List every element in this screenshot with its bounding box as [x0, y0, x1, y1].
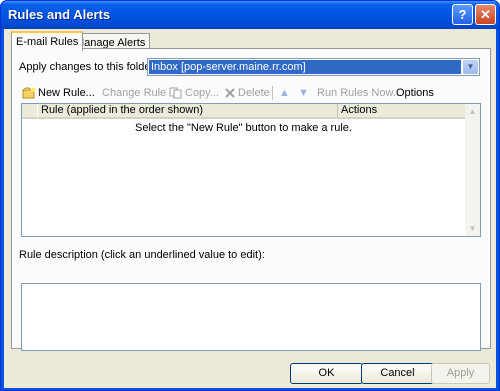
- rules-and-alerts-dialog: Rules and Alerts ? ✕ E-mail Rules Manage…: [0, 0, 500, 391]
- toolbar-separator: [272, 86, 273, 100]
- checkbox-column-header: [22, 104, 37, 119]
- options-button[interactable]: Options: [396, 84, 434, 102]
- arrow-down-icon: ▼: [298, 87, 309, 99]
- copy-icon: [169, 87, 182, 99]
- chevron-down-icon[interactable]: ▼: [463, 60, 478, 74]
- rules-scrollbar[interactable]: ▲ ▼: [465, 104, 480, 236]
- rule-column-header[interactable]: Rule (applied in the order shown): [37, 104, 337, 119]
- copy-button[interactable]: Copy...: [169, 84, 219, 102]
- folder-value: Inbox [pop-server.maine.rr.com]: [149, 60, 461, 74]
- new-rule-button[interactable]: New Rule...: [22, 84, 95, 102]
- move-down-button[interactable]: ▼: [298, 84, 309, 102]
- help-button[interactable]: ?: [452, 4, 473, 25]
- folder-dropdown[interactable]: Inbox [pop-server.maine.rr.com] ▼: [147, 58, 480, 76]
- empty-rules-message: Select the "New Rule" button to make a r…: [135, 122, 352, 134]
- actions-column-header[interactable]: Actions: [337, 104, 465, 119]
- copy-label: Copy...: [185, 87, 220, 99]
- new-rule-icon: [22, 87, 36, 99]
- dialog-body: E-mail Rules Manage Alerts Apply changes…: [4, 29, 496, 388]
- cancel-button[interactable]: Cancel: [361, 363, 434, 384]
- apply-button[interactable]: Apply: [431, 363, 490, 384]
- rules-list[interactable]: Rule (applied in the order shown) Action…: [21, 103, 481, 237]
- run-rules-label: Run Rules Now...: [317, 87, 402, 99]
- change-rule-button[interactable]: Change Rule ▼: [102, 84, 176, 102]
- new-rule-label: New Rule...: [38, 87, 95, 99]
- rules-toolbar: New Rule... Change Rule ▼ Copy... Delete…: [22, 84, 482, 102]
- delete-icon: [225, 88, 235, 98]
- move-up-button[interactable]: ▲: [279, 84, 290, 102]
- rule-description-box[interactable]: [21, 283, 481, 351]
- email-rules-panel: Apply changes to this folder: Inbox [pop…: [11, 48, 491, 351]
- change-rule-label: Change Rule: [102, 87, 167, 99]
- title-bar[interactable]: Rules and Alerts ? ✕: [1, 1, 499, 29]
- folder-label: Apply changes to this folder:: [19, 61, 158, 73]
- options-label: Options: [396, 87, 434, 99]
- run-rules-now-button[interactable]: Run Rules Now...: [317, 84, 402, 102]
- delete-label: Delete: [238, 87, 270, 99]
- close-icon: ✕: [480, 7, 491, 22]
- delete-button[interactable]: Delete: [224, 84, 270, 102]
- arrow-up-icon: ▲: [279, 87, 290, 99]
- ok-button[interactable]: OK: [290, 363, 363, 384]
- close-button[interactable]: ✕: [475, 4, 496, 25]
- window-title: Rules and Alerts: [8, 7, 111, 22]
- scroll-up-icon[interactable]: ▲: [465, 104, 480, 119]
- tab-email-rules[interactable]: E-mail Rules: [11, 31, 84, 51]
- scroll-down-icon[interactable]: ▼: [465, 221, 480, 236]
- rule-description-label: Rule description (click an underlined va…: [19, 249, 265, 261]
- question-icon: ?: [458, 7, 467, 22]
